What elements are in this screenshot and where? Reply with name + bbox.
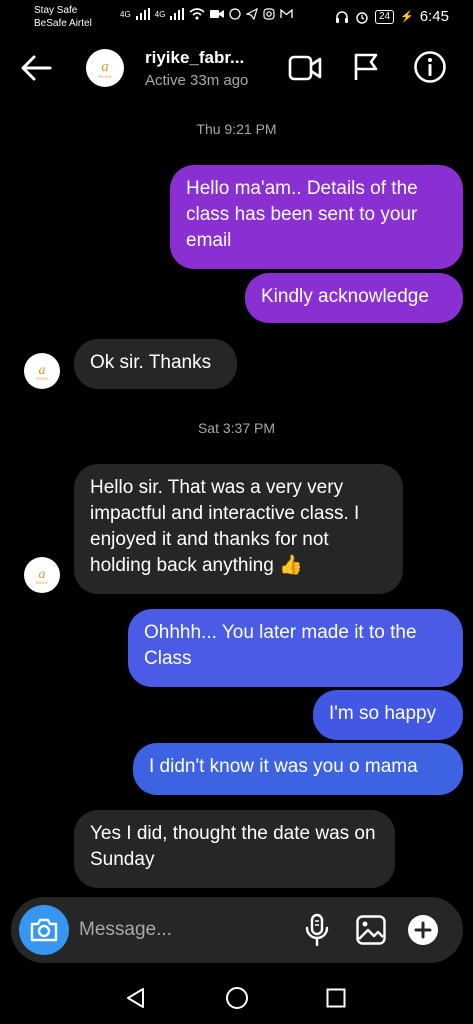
nav-recents-icon[interactable] [326,988,346,1008]
wifi-icon [189,8,205,20]
video-call-icon[interactable] [288,54,322,82]
signal-icon [170,8,185,20]
incoming-message[interactable]: Yes I did, thought the date was on Sunda… [74,810,395,888]
outgoing-message[interactable]: Ohhhh... You later made it to the Class [128,609,463,687]
incoming-message[interactable]: Hello sir. That was a very very impactfu… [74,464,403,594]
svg-text:RIYIKE: RIYIKE [36,377,49,381]
camera-icon [30,918,58,942]
message-input[interactable] [79,915,289,945]
flag-icon[interactable] [352,52,380,82]
svg-text:a: a [101,59,109,75]
active-status: Active 33m ago [145,72,249,89]
riyike-logo-icon: a RIYIKE [36,362,49,381]
svg-text:RIYIKE: RIYIKE [98,74,111,79]
outgoing-message[interactable]: I didn't know it was you o mama [133,743,463,795]
microphone-icon[interactable] [304,913,330,947]
network-label: 4G [120,9,131,19]
signal-icon [135,8,150,20]
svg-text:a: a [39,362,46,377]
whatsapp-icon [229,8,241,20]
carrier-label: Stay Safe BeSafe Airtel [34,5,92,29]
svg-text:a: a [39,566,46,581]
nav-back-icon[interactable] [124,986,148,1010]
plus-icon[interactable] [407,914,439,946]
charging-icon: ⚡ [400,11,414,23]
info-icon[interactable] [413,50,447,84]
battery-level: 24 [374,9,395,24]
status-icons: 4G 4G [120,8,293,20]
alarm-icon [356,11,368,24]
outgoing-message[interactable]: Hello ma'am.. Details of the class has b… [170,165,463,269]
outgoing-message[interactable]: I'm so happy [313,690,463,740]
status-right: 24 ⚡ 6:45 [335,8,449,25]
message-timestamp: Sat 3:37 PM [197,420,276,436]
network-label: 4G [154,9,166,19]
avatar[interactable]: a RIYIKE [24,353,60,389]
video-call-status-icon [210,10,225,18]
riyike-logo-icon: a RIYIKE [36,566,49,585]
contact-name[interactable]: riyike_fabr... [145,48,244,68]
outgoing-message[interactable]: Kindly acknowledge [245,273,463,323]
instagram-icon [263,8,275,20]
avatar[interactable]: a RIYIKE [24,557,60,593]
riyike-logo-icon: a RIYIKE [98,59,111,79]
camera-button[interactable] [19,905,69,955]
back-arrow-icon[interactable] [18,52,54,84]
gallery-icon[interactable] [355,914,387,946]
gmail-icon [280,9,293,18]
status-bar: Stay Safe BeSafe Airtel 4G 4G 24 ⚡ 6:45 [0,0,473,34]
clock: 6:45 [419,8,449,25]
chat-header: a RIYIKE riyike_fabr... Active 33m ago [0,34,473,102]
incoming-message[interactable]: Ok sir. Thanks [74,339,237,389]
message-timestamp: Thu 9:21 PM [196,121,277,137]
message-composer [11,897,463,963]
nav-home-icon[interactable] [225,986,249,1010]
system-nav-bar [0,972,473,1024]
headphones-icon [335,10,348,23]
telegram-icon [246,8,259,20]
avatar[interactable]: a RIYIKE [86,49,124,87]
svg-text:RIYIKE: RIYIKE [36,581,49,585]
